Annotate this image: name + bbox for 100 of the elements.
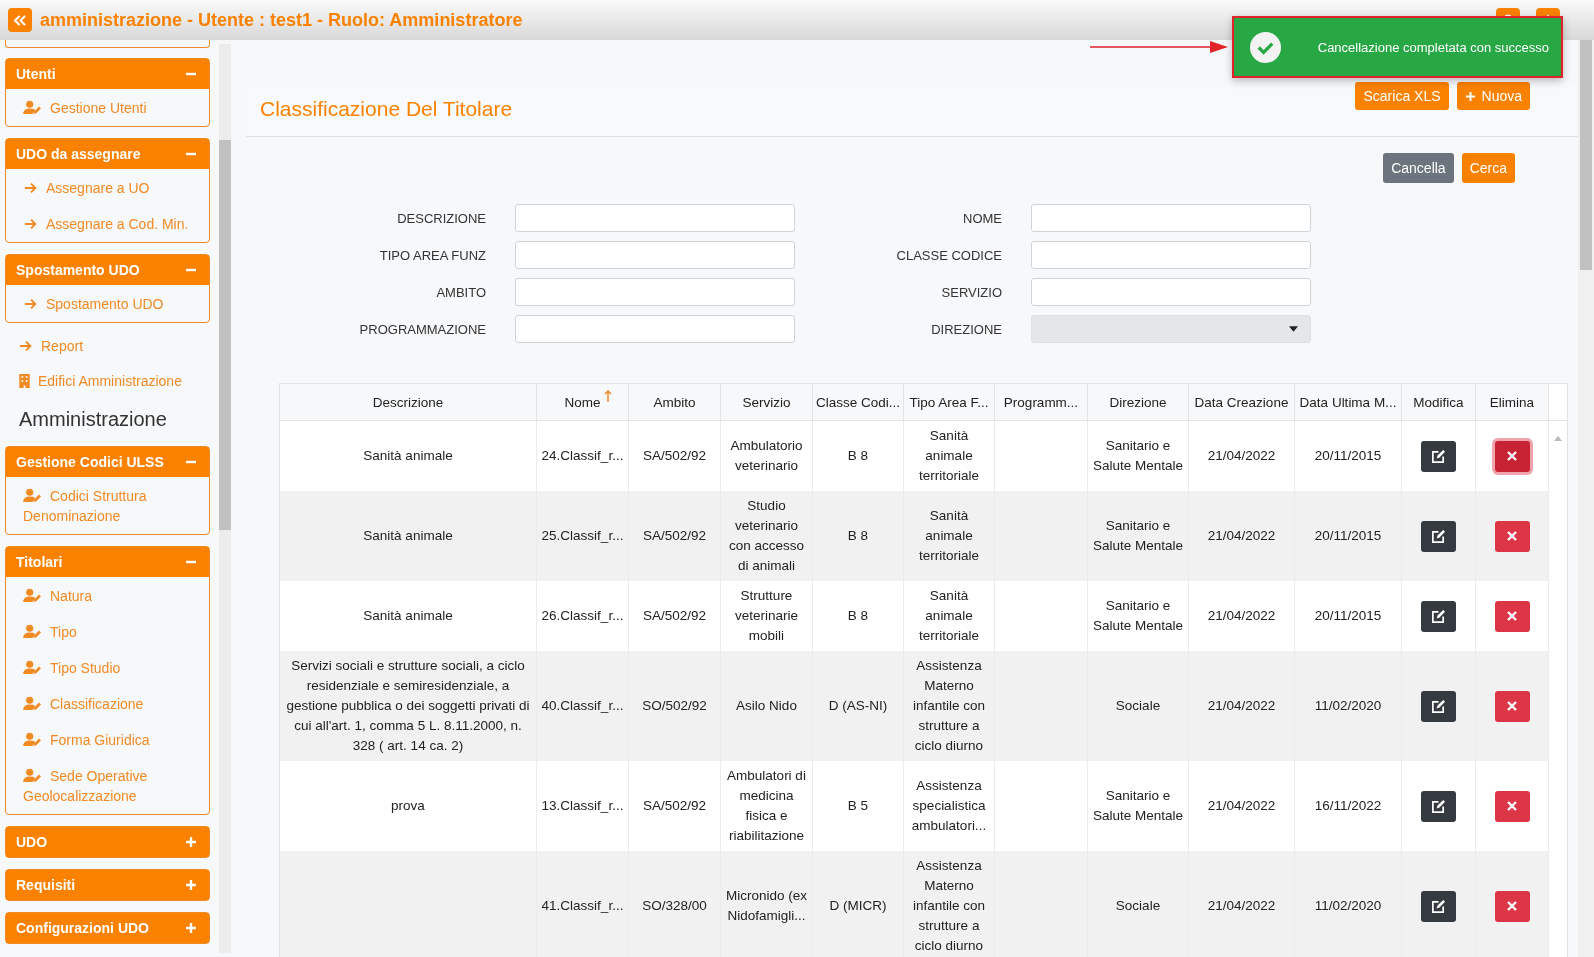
text-field[interactable] (1031, 204, 1311, 232)
table-cell: 20/11/2015 (1314, 448, 1382, 463)
collapse-sidebar-button[interactable] (8, 8, 32, 32)
plus-icon (185, 879, 197, 891)
table-cell: Servizi sociali e strutture sociali, a ciclo residenziale e semiresidenziale, a gestione pubblica o dei soggetti privati di cui all'art. 1, comma 5 L. 8.11.2000, n. 328 ( art. 14 ca. 2) (286, 658, 530, 753)
field-label: PROGRAMMAZIONE (358, 321, 486, 337)
column-header[interactable]: Nome (536, 384, 629, 421)
text-field[interactable] (515, 315, 795, 343)
table-cell: Sanitario e Salute Mentale (1092, 518, 1184, 553)
user-edit-icon (23, 488, 42, 503)
sidebar-link[interactable]: Natura (6, 578, 209, 614)
search-button[interactable]: Cerca (1461, 153, 1515, 183)
edit-button[interactable] (1421, 600, 1456, 632)
toast-message: Cancellazione completata con successo (1317, 39, 1549, 55)
clear-button[interactable]: Cancella (1383, 153, 1454, 183)
table-cell: 25.Classif_r... (541, 528, 624, 543)
new-button[interactable]: Nuova (1456, 82, 1530, 110)
delete-button[interactable] (1494, 520, 1530, 552)
table-cell: Assistenza Materno infantile con strutture a ciclo diurno (912, 858, 986, 953)
table-cell: Sanitario e Salute Mentale (1092, 598, 1184, 633)
table-cell: 11/02/2020 (1314, 898, 1382, 913)
table-cell: 21/04/2022 (1207, 528, 1276, 543)
table-cell: Sanità animale territoriale (919, 508, 979, 563)
table-cell: 21/04/2022 (1207, 448, 1276, 463)
edit-button[interactable] (1421, 890, 1456, 922)
table-cell: Sociale (1115, 898, 1161, 913)
sidebar-link[interactable]: Sede Operative Geolocalizzazione (6, 758, 209, 814)
table-cell: D (AS-NI) (828, 698, 888, 713)
text-field[interactable] (515, 241, 795, 269)
text-field[interactable] (1031, 241, 1311, 269)
text-field[interactable] (515, 204, 795, 232)
edit-icon (1431, 798, 1446, 814)
sidebar-group-header[interactable]: UDO (6, 827, 209, 857)
table-cell: SA/502/92 (642, 528, 707, 543)
column-header[interactable]: Programm... (994, 384, 1088, 421)
edit-button[interactable] (1421, 690, 1456, 722)
sidebar-group-header[interactable]: Utenti (6, 59, 209, 89)
sidebar-link[interactable]: Tipo Studio (6, 650, 209, 686)
column-header[interactable]: Modifica (1401, 384, 1476, 421)
edit-button[interactable] (1421, 440, 1456, 472)
check-circle-icon (1250, 31, 1281, 63)
sidebar-link[interactable]: Gestione Utenti (6, 90, 209, 126)
plus-icon (1464, 90, 1476, 102)
sidebar-link[interactable]: Classificazione (6, 686, 209, 722)
sidebar-link[interactable]: Assegnare a Cod. Min. (6, 206, 209, 242)
sidebar-group-header[interactable]: Requisiti (6, 870, 209, 900)
table-cell: Micronido (ex Nidofamigli... (726, 888, 807, 923)
sidebar-link[interactable]: Report (5, 334, 210, 358)
user-edit-icon (23, 100, 42, 115)
page-scrollbar[interactable] (1578, 40, 1594, 957)
table-cell: B 8 (847, 528, 869, 543)
sidebar-link[interactable]: Tipo (6, 614, 209, 650)
user-edit-icon (23, 588, 42, 603)
table-cell: Sanitario e Salute Mentale (1092, 438, 1184, 473)
sidebar-group-header[interactable]: Spostamento UDO (6, 255, 209, 285)
select-field[interactable] (1031, 315, 1311, 343)
sidebar-group-header[interactable]: UDO da assegnare (6, 139, 209, 169)
delete-button[interactable] (1494, 600, 1530, 632)
sidebar-scrollbar[interactable] (219, 44, 231, 953)
plus-icon (185, 836, 197, 848)
sidebar-link[interactable]: Codici Struttura Denominazione (6, 478, 209, 534)
edit-icon (1431, 528, 1446, 544)
close-icon (1507, 801, 1517, 811)
download-button[interactable]: Scarica XLS (1355, 82, 1449, 110)
column-header[interactable]: Classe Codi... (812, 384, 904, 421)
delete-button[interactable] (1494, 690, 1530, 722)
delete-button[interactable] (1494, 890, 1530, 922)
sidebar-group-header[interactable]: Gestione Codici ULSS (6, 447, 209, 477)
column-header[interactable]: Servizio (720, 384, 813, 421)
column-header[interactable]: Data Creazione (1188, 384, 1295, 421)
edit-button[interactable] (1421, 520, 1456, 552)
table-cell: Sanità animale territoriale (919, 428, 979, 483)
user-edit-icon (23, 732, 42, 747)
sidebar-link[interactable]: Assegnare a UO (6, 170, 209, 206)
delete-button[interactable] (1494, 790, 1530, 822)
sidebar-group-header[interactable]: Titolari (6, 547, 209, 577)
sidebar-link[interactable]: Forma Giuridica (6, 722, 209, 758)
column-header[interactable]: Tipo Area F... (903, 384, 995, 421)
field-label: AMBITO (435, 284, 486, 300)
table-cell: Sanità animale (363, 608, 453, 623)
delete-button[interactable] (1494, 440, 1530, 472)
text-field[interactable] (1031, 278, 1311, 306)
column-header[interactable]: Elimina (1475, 384, 1549, 421)
text-field[interactable] (515, 278, 795, 306)
app-title: amministrazione - Utente : test1 - Ruolo: Amministratore (40, 9, 523, 31)
edit-icon (1431, 698, 1446, 714)
column-header[interactable]: Descrizione (280, 384, 537, 421)
table-cell: Studio veterinario con accesso di animali (728, 498, 804, 573)
column-header[interactable]: Data Ultima M... (1294, 384, 1402, 421)
sidebar-link[interactable]: Edifici Amministrazione (5, 369, 210, 393)
table-cell: B 5 (847, 798, 869, 813)
field-label: CLASSE CODICE (895, 247, 1002, 263)
edit-button[interactable] (1421, 790, 1456, 822)
table-cell: Sanità animale territoriale (919, 588, 979, 643)
column-header[interactable]: Ambito (628, 384, 721, 421)
sidebar-link[interactable]: Spostamento UDO (6, 286, 209, 322)
sidebar-heading: Amministrazione (18, 407, 168, 432)
sidebar-group-header[interactable]: Configurazioni UDO (6, 913, 209, 943)
column-header[interactable]: Direzione (1087, 384, 1189, 421)
edit-icon (1431, 898, 1446, 914)
